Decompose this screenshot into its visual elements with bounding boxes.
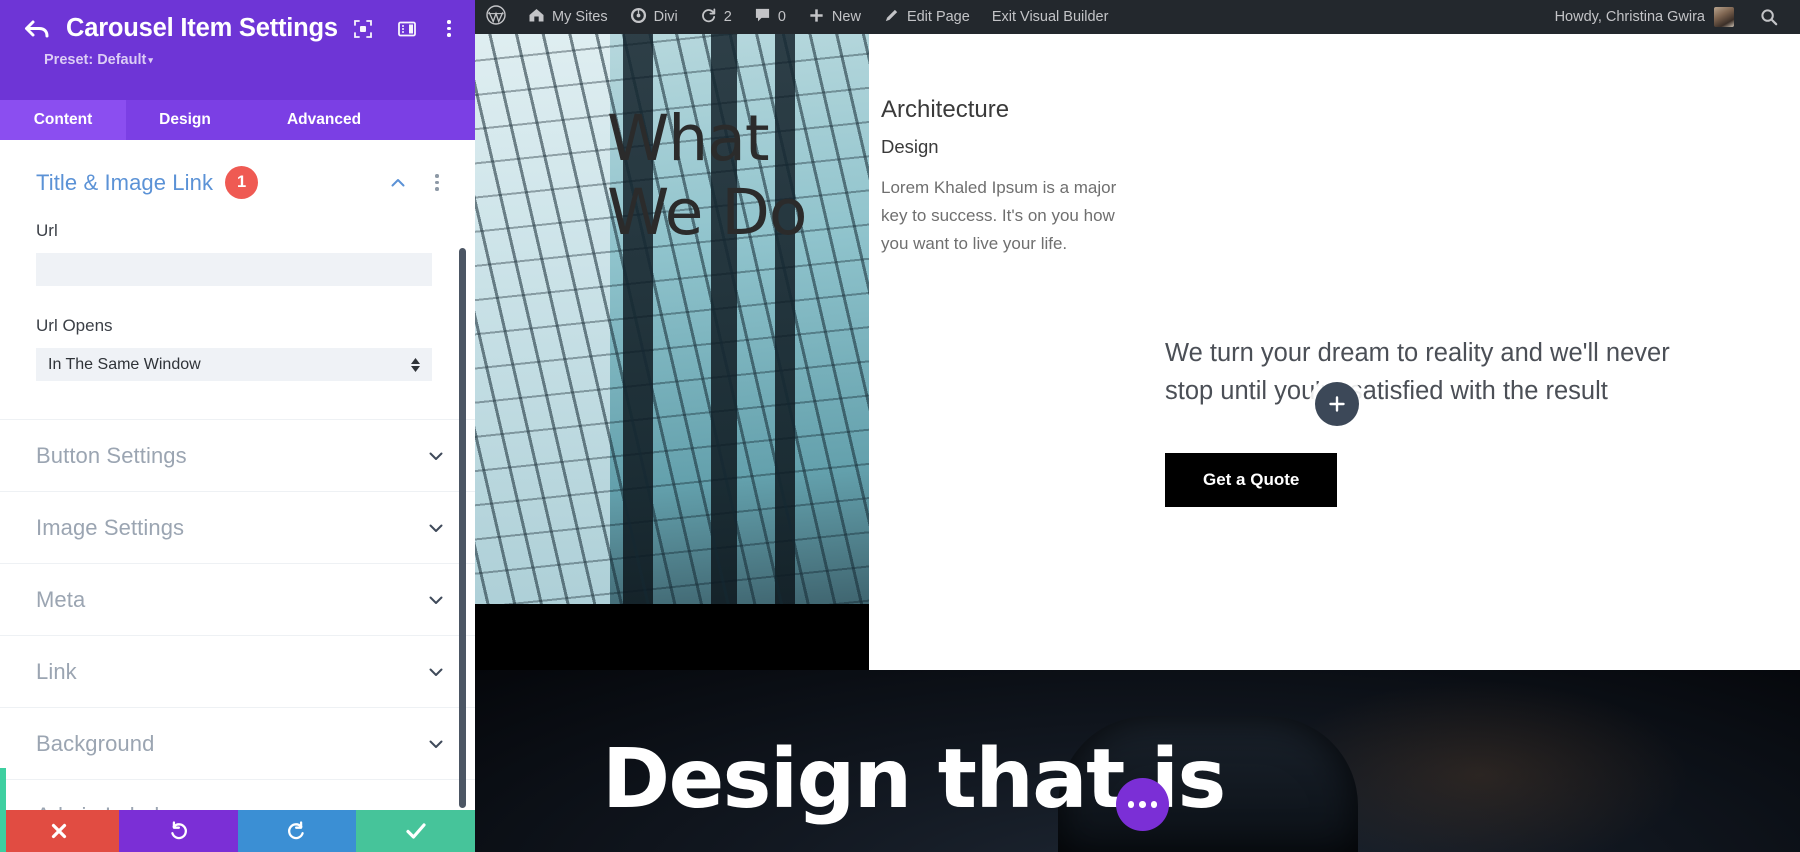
section-title-image-link-header[interactable]: Title & Image Link 1: [0, 140, 475, 221]
hero-headline: What We Do: [607, 102, 807, 251]
chevron-down-icon[interactable]: [427, 591, 445, 609]
section-meta[interactable]: Meta: [0, 563, 475, 635]
avatar: [1714, 7, 1734, 27]
adminbar-divi[interactable]: Divi: [619, 0, 689, 34]
panel-body: Title & Image Link 1 Url Url Opens In Th…: [0, 140, 475, 852]
save-button[interactable]: [356, 810, 475, 852]
section-title: Title & Image Link: [36, 169, 214, 195]
section-row-label: Background: [36, 730, 155, 756]
cta-column: We turn your dream to reality and we'll …: [1165, 334, 1695, 507]
panel-scrollbar[interactable]: [459, 248, 466, 808]
redo-button[interactable]: [237, 810, 357, 852]
undo-arrow-icon: [170, 820, 187, 839]
architecture-title: Architecture: [881, 96, 1010, 123]
panel-header: Carousel Item Settings Preset: Default ▾: [0, 0, 475, 100]
pencil-icon: [883, 7, 900, 28]
divi-gauge-icon: [630, 7, 647, 28]
architecture-column: Architecture Design Lorem Khaled Ipsum i…: [881, 96, 1131, 258]
url-opens-select[interactable]: In The Same Window: [36, 348, 432, 381]
sites-house-icon: [528, 7, 545, 27]
adminbar-new[interactable]: New: [797, 0, 872, 34]
plus-icon: [808, 7, 825, 28]
cta-lead-text: We turn your dream to reality and we'll …: [1165, 339, 1670, 406]
url-input[interactable]: [36, 253, 432, 286]
section-more-menu-icon[interactable]: [429, 174, 445, 191]
preset-label: Preset: Default: [44, 52, 147, 68]
panel-title: Carousel Item Settings: [66, 14, 338, 42]
section-row-label: Meta: [36, 586, 86, 612]
adminbar-wordpress-logo[interactable]: [475, 0, 517, 34]
plus-icon: [1329, 396, 1345, 412]
discard-button[interactable]: [0, 810, 119, 852]
tab-content[interactable]: Content: [0, 100, 126, 140]
tab-advanced[interactable]: Advanced: [244, 100, 404, 140]
chevron-up-icon[interactable]: [389, 174, 407, 192]
section-row-label: Button Settings: [36, 442, 187, 468]
adminbar-label: Edit Page: [906, 9, 970, 25]
adminbar-label: 0: [777, 9, 786, 25]
adminbar-label: Divi: [653, 9, 678, 25]
add-module-button[interactable]: [1315, 382, 1359, 426]
chevron-down-icon[interactable]: [427, 735, 445, 753]
adminbar-exit-visual-builder[interactable]: Exit Visual Builder: [981, 0, 1120, 34]
url-opens-field-group: Url Opens In The Same Window: [0, 316, 475, 381]
adminbar-howdy[interactable]: Howdy, Christina Gwira: [1543, 7, 1746, 27]
ellipsis-dot: [1139, 801, 1146, 808]
section-badge-count: 1: [225, 166, 259, 199]
ellipsis-dot: [1150, 801, 1158, 808]
preset-selector[interactable]: Preset: Default ▾: [22, 52, 453, 68]
focus-target-icon[interactable]: [352, 18, 374, 40]
ellipsis-dot: [1127, 801, 1135, 808]
adminbar-updates[interactable]: 2: [689, 0, 743, 34]
chevron-down-icon[interactable]: [427, 663, 445, 681]
architecture-subtitle: Design: [881, 136, 939, 157]
hero-section: What We Do Architecture Design Lorem Kha…: [475, 34, 1800, 670]
updates-refresh-icon: [700, 7, 717, 28]
url-opens-label: Url Opens: [36, 316, 113, 335]
checkmark-icon: [406, 823, 426, 839]
wordpress-admin-bar: My Sites Divi 2 0 New Edit Page Exit Vis…: [475, 0, 1800, 34]
redo-arrow-icon: [288, 820, 305, 839]
url-label: Url: [36, 221, 58, 240]
panel-more-menu-icon[interactable]: [440, 20, 458, 37]
panel-tabs: Content Design Advanced: [0, 100, 475, 140]
collapsed-sections-list: Button Settings Image Settings Meta Link…: [0, 419, 475, 851]
page-preview: What We Do Architecture Design Lorem Kha…: [475, 34, 1800, 852]
url-field-group: Url: [0, 221, 475, 286]
search-icon[interactable]: [1746, 8, 1788, 26]
chevron-down-icon[interactable]: [427, 447, 445, 465]
preset-caret-icon: ▾: [148, 55, 153, 65]
adminbar-my-sites[interactable]: My Sites: [517, 0, 619, 34]
architecture-body: Lorem Khaled Ipsum is a major key to suc…: [881, 178, 1117, 254]
adminbar-comments[interactable]: 0: [743, 0, 797, 34]
section-link[interactable]: Link: [0, 635, 475, 707]
section-background[interactable]: Background: [0, 707, 475, 779]
hero-headline-line1: What: [607, 102, 770, 175]
page-settings-fab[interactable]: [1116, 778, 1169, 831]
section-row-label: Image Settings: [36, 514, 185, 540]
adminbar-label: New: [831, 9, 861, 25]
section-image-settings[interactable]: Image Settings: [0, 491, 475, 563]
module-settings-panel: Carousel Item Settings Preset: Default ▾…: [0, 0, 475, 852]
adminbar-label: 2: [723, 9, 732, 25]
url-opens-value: In The Same Window: [48, 355, 201, 373]
teal-edge-strip: [0, 768, 6, 852]
undo-button[interactable]: [118, 810, 238, 852]
hero-headline-line2: We Do: [607, 176, 807, 250]
chevron-down-icon[interactable]: [427, 519, 445, 537]
layout-columns-icon[interactable]: [396, 18, 418, 40]
wordpress-logo-icon: [486, 5, 506, 29]
get-a-quote-button[interactable]: Get a Quote: [1165, 452, 1338, 507]
close-x-icon: [52, 823, 67, 839]
visual-builder-screen: Carousel Item Settings Preset: Default ▾…: [0, 0, 1800, 852]
adminbar-edit-page[interactable]: Edit Page: [872, 0, 981, 34]
howdy-label: Howdy, Christina Gwira: [1554, 9, 1705, 25]
panel-action-bar: [0, 810, 475, 852]
tab-design[interactable]: Design: [126, 100, 244, 140]
comments-bubble-icon: [754, 7, 771, 27]
section-row-label: Link: [36, 658, 77, 684]
back-arrow-icon[interactable]: [22, 16, 52, 42]
section-button-settings[interactable]: Button Settings: [0, 419, 475, 491]
adminbar-label: My Sites: [552, 9, 608, 25]
